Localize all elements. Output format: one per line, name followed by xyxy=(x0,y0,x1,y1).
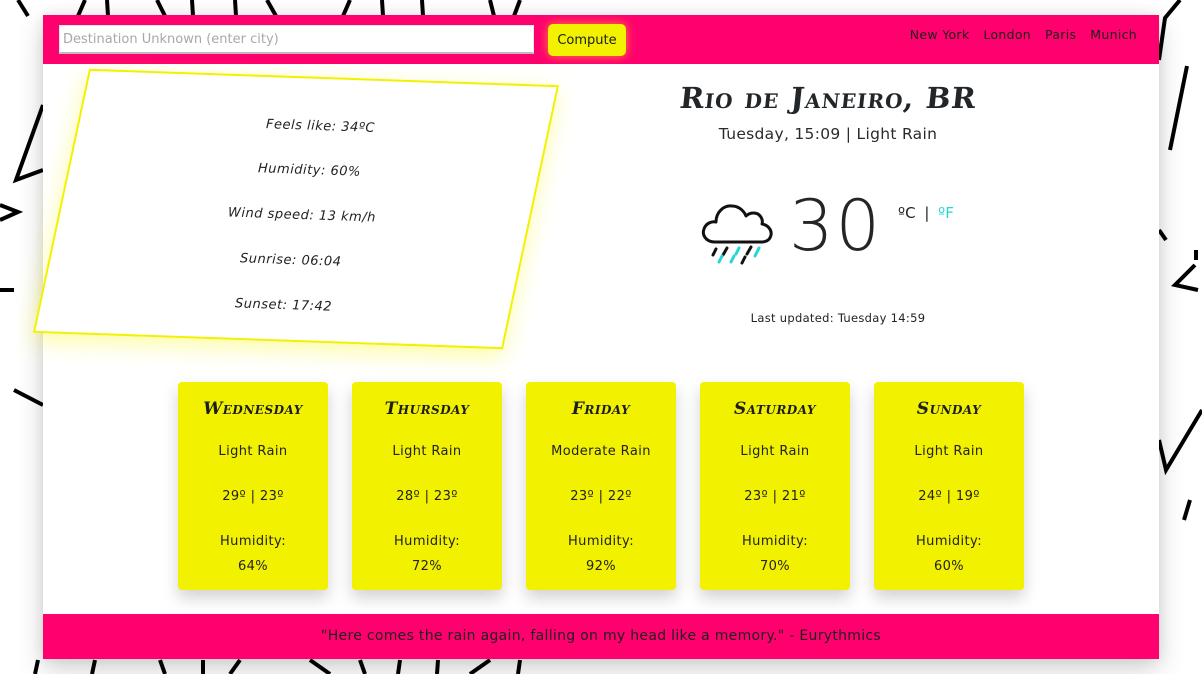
city-link-paris[interactable]: Paris xyxy=(1045,27,1076,42)
forecast-temps: 29º | 23º xyxy=(222,489,284,504)
forecast-temps: 28º | 23º xyxy=(396,489,458,504)
forecast-temps: 23º | 21º xyxy=(744,489,806,504)
forecast-humidity: 72% xyxy=(411,559,443,574)
fahrenheit-toggle[interactable]: ºF xyxy=(938,204,954,222)
footer-quote: "Here comes the rain again, falling on m… xyxy=(43,614,1159,659)
forecast-description: Moderate Rain xyxy=(551,444,651,459)
forecast-day: Saturday xyxy=(734,399,816,419)
forecast-temps: 24º | 19º xyxy=(918,489,980,504)
forecast-day: Thursday xyxy=(384,399,470,419)
forecast-day: Friday xyxy=(571,399,631,419)
compute-button[interactable]: Compute xyxy=(548,24,626,56)
forecast-humidity-label: Humidity: xyxy=(394,534,460,549)
forecast-humidity: 92% xyxy=(585,559,617,574)
forecast-humidity-label: Humidity: xyxy=(916,534,982,549)
header-bar: Compute New York London Paris Munich xyxy=(43,15,1159,64)
forecast-description: Light Rain xyxy=(218,444,288,459)
last-updated: Last updated: Tuesday 14:59 xyxy=(750,311,926,325)
current-subtitle: Tuesday, 15:09 | Light Rain xyxy=(718,125,938,143)
city-link-new-york[interactable]: New York xyxy=(910,27,970,42)
cloud-rain-icon xyxy=(701,204,773,265)
city-link-london[interactable]: London xyxy=(983,27,1031,42)
forecast-day: Wednesday xyxy=(203,399,303,419)
forecast-card-saturday: Saturday Light Rain 23º | 21º Humidity: … xyxy=(700,382,850,590)
unit-toggle: ºC | ºF xyxy=(898,204,954,222)
unit-separator: | xyxy=(924,204,930,222)
forecast-temps: 23º | 22º xyxy=(570,489,632,504)
forecast-description: Light Rain xyxy=(740,444,810,459)
forecast-description: Light Rain xyxy=(392,444,462,459)
forecast-description: Light Rain xyxy=(914,444,984,459)
forecast-day: Sunday xyxy=(916,399,982,419)
current-temperature: 30 xyxy=(789,185,883,267)
forecast-card-friday: Friday Moderate Rain 23º | 22º Humidity:… xyxy=(526,382,676,590)
city-search-input[interactable] xyxy=(59,25,534,54)
city-title: Rio de Janeiro, BR xyxy=(677,81,979,115)
forecast-humidity-label: Humidity: xyxy=(220,534,286,549)
celsius-toggle[interactable]: ºC xyxy=(898,204,916,222)
forecast-card-sunday: Sunday Light Rain 24º | 19º Humidity: 60… xyxy=(874,382,1024,590)
forecast-humidity: 70% xyxy=(759,559,791,574)
forecast-humidity: 64% xyxy=(237,559,269,574)
forecast-humidity-label: Humidity: xyxy=(568,534,634,549)
city-shortcuts: New York London Paris Munich xyxy=(910,27,1137,42)
forecast-list: Wednesday Light Rain 29º | 23º Humidity:… xyxy=(178,382,1024,590)
forecast-humidity-label: Humidity: xyxy=(742,534,808,549)
forecast-card-thursday: Thursday Light Rain 28º | 23º Humidity: … xyxy=(352,382,502,590)
weather-app: Compute New York London Paris Munich Fee… xyxy=(32,15,1159,659)
current-weather: Rio de Janeiro, BR Tuesday, 15:09 | Ligh… xyxy=(603,81,1053,143)
forecast-humidity: 60% xyxy=(933,559,965,574)
forecast-card-wednesday: Wednesday Light Rain 29º | 23º Humidity:… xyxy=(178,382,328,590)
city-link-munich[interactable]: Munich xyxy=(1090,27,1137,42)
